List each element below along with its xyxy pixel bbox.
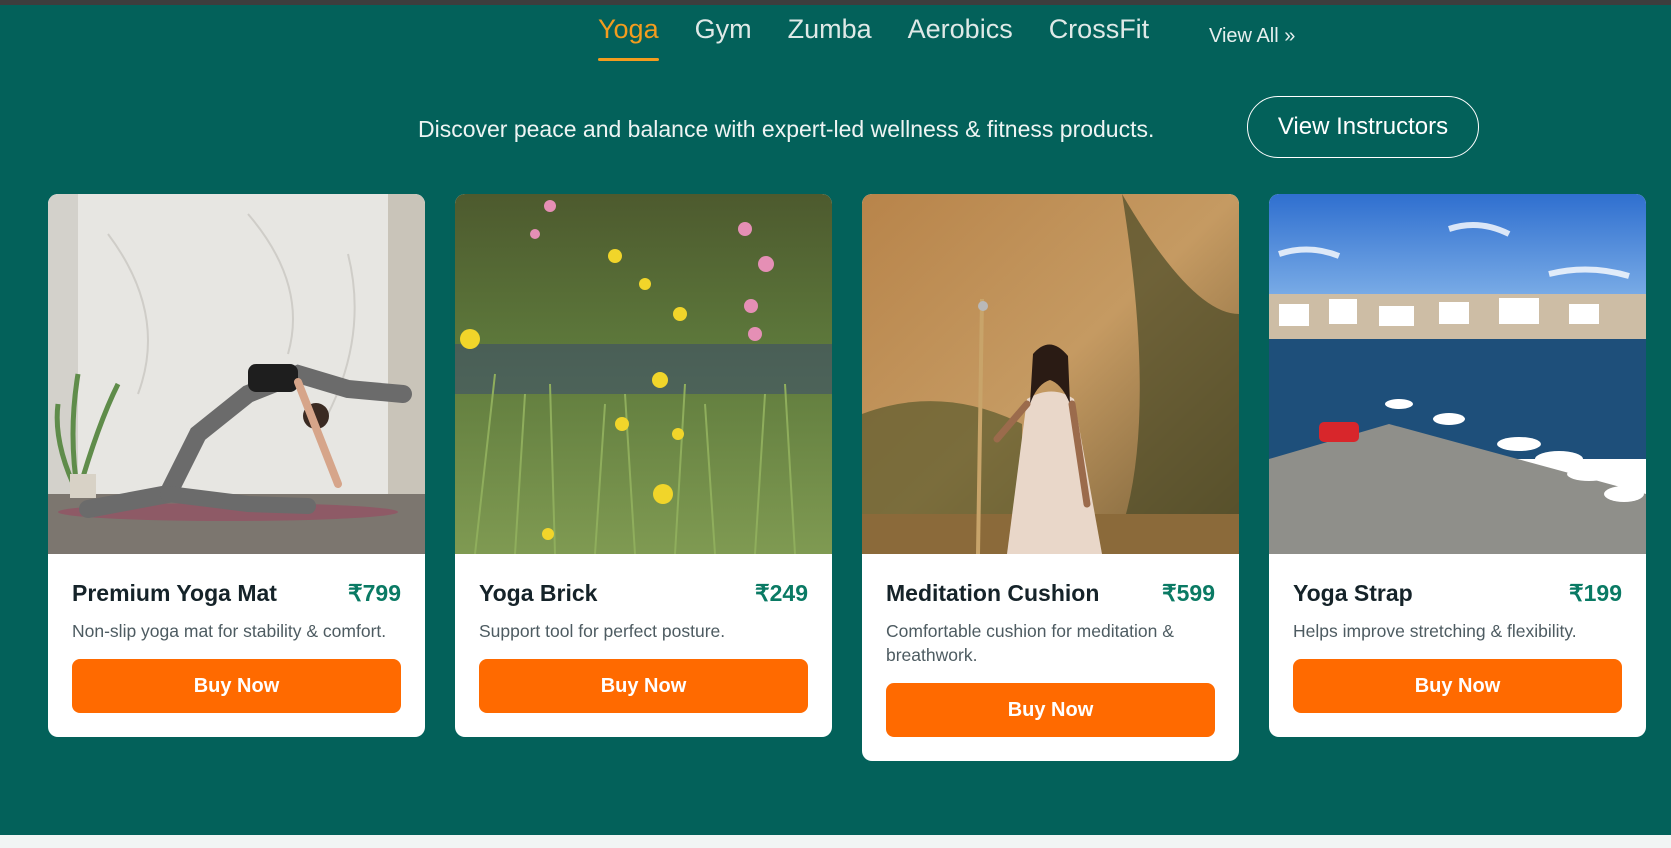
product-title: Yoga Strap	[1293, 580, 1413, 606]
product-price: ₹199	[1568, 580, 1622, 606]
tab-zumba[interactable]: Zumba	[788, 13, 872, 61]
product-card-meditation-cushion: Meditation Cushion ₹599 Comfortable cush…	[862, 194, 1239, 761]
product-price: ₹249	[754, 580, 808, 606]
tab-aerobics[interactable]: Aerobics	[908, 13, 1013, 61]
product-title: Yoga Brick	[479, 580, 598, 606]
product-description: Non-slip yoga mat for stability & comfor…	[72, 621, 387, 641]
buy-now-button[interactable]: Buy Now	[479, 659, 808, 713]
tab-yoga[interactable]: Yoga	[598, 13, 659, 61]
woman-with-staff-image	[862, 194, 1239, 554]
page-footer-strip	[0, 835, 1671, 848]
buy-now-button[interactable]: Buy Now	[1293, 659, 1622, 713]
wildflower-meadow-image	[455, 194, 832, 554]
view-all-link[interactable]: View All »	[1209, 25, 1295, 48]
tab-crossfit[interactable]: CrossFit	[1049, 13, 1150, 61]
product-price: ₹599	[1161, 580, 1215, 606]
product-description: Support tool for perfect posture.	[479, 621, 726, 641]
product-title: Premium Yoga Mat	[72, 580, 277, 606]
product-description: Comfortable cushion for meditation & bre…	[886, 621, 1174, 665]
product-description: Helps improve stretching & flexibility.	[1293, 621, 1577, 641]
product-price: ₹799	[347, 580, 401, 606]
view-instructors-button[interactable]: View Instructors	[1247, 96, 1479, 158]
product-card-yoga-brick: Yoga Brick ₹249 Support tool for perfect…	[455, 194, 832, 737]
product-title: Meditation Cushion	[886, 580, 1100, 606]
yoga-pose-image	[48, 194, 425, 554]
products-section: Yoga Gym Zumba Aerobics CrossFit View Al…	[0, 5, 1671, 835]
buy-now-button[interactable]: Buy Now	[886, 683, 1215, 737]
category-tabs: Yoga Gym Zumba Aerobics CrossFit	[598, 13, 1185, 69]
buy-now-button[interactable]: Buy Now	[72, 659, 401, 713]
product-card-yoga-strap: Yoga Strap ₹199 Helps improve stretching…	[1269, 194, 1646, 737]
harbor-boats-image	[1269, 194, 1646, 554]
section-tagline: Discover peace and balance with expert-l…	[418, 116, 1155, 142]
tab-gym[interactable]: Gym	[695, 13, 752, 61]
product-card-yoga-mat: Premium Yoga Mat ₹799 Non-slip yoga mat …	[48, 194, 425, 737]
